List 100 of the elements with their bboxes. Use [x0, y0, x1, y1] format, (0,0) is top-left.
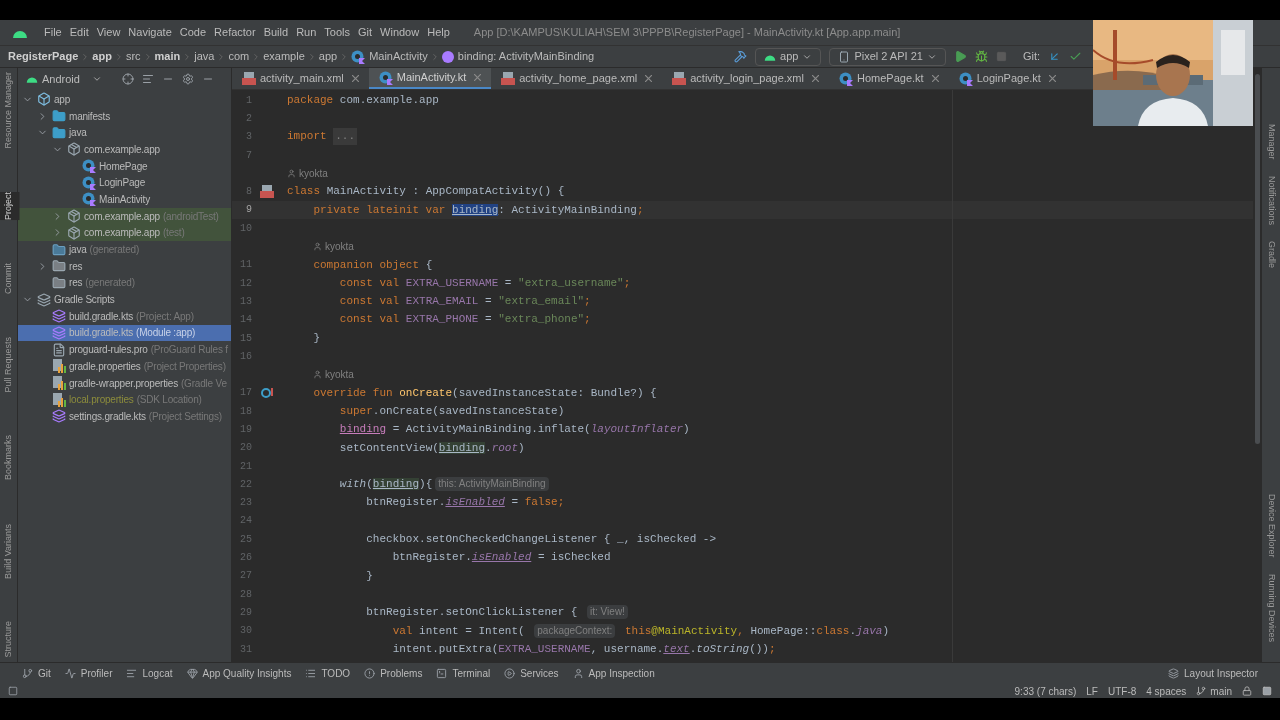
alert-icon: [364, 668, 376, 679]
menu-item[interactable]: Run: [292, 24, 321, 41]
tool-window-button[interactable]: App Quality Insights: [186, 666, 292, 681]
commit-check-icon[interactable]: [1069, 50, 1082, 63]
tree-item[interactable]: app: [18, 91, 231, 108]
tree-item[interactable]: java: [18, 124, 231, 142]
tool-window-button[interactable]: TODO: [305, 666, 351, 681]
tree-item[interactable]: manifests: [18, 107, 231, 125]
tree-item[interactable]: LoginPage: [18, 174, 231, 192]
lock-icon[interactable]: [1242, 686, 1252, 696]
tree-item[interactable]: res: [18, 257, 231, 275]
tree-item[interactable]: MainActivity: [18, 191, 231, 208]
scrollbar-thumb[interactable]: [1254, 74, 1260, 444]
folded-code[interactable]: ...: [333, 128, 358, 145]
tool-window-button[interactable]: Profiler: [64, 666, 113, 681]
menu-item[interactable]: Code: [175, 24, 211, 41]
update-arrow-icon[interactable]: [1048, 50, 1061, 63]
menu-item[interactable]: Build: [259, 24, 293, 41]
editor-tab[interactable]: LoginPage.kt: [948, 68, 1066, 89]
tree-item[interactable]: Gradle Scripts: [18, 291, 231, 308]
breadcrumb[interactable]: RegisterPage: [8, 48, 79, 65]
caret-position[interactable]: 9:33 (7 chars): [1014, 683, 1077, 699]
tree-item[interactable]: build.gradle.kts (Project: App): [18, 307, 231, 325]
tree-item[interactable]: com.example.app (androidTest): [18, 207, 231, 225]
close-icon[interactable]: [351, 75, 359, 82]
tree-item[interactable]: com.example.app: [18, 141, 231, 158]
tree-item[interactable]: gradle.properties (Project Properties): [18, 358, 231, 375]
breadcrumb[interactable]: com: [228, 48, 250, 65]
tool-window-button[interactable]: Layout Inspector: [1168, 666, 1258, 681]
close-icon[interactable]: [931, 75, 939, 82]
tool-window-tab[interactable]: Resource Manager: [0, 72, 20, 149]
tool-window-tab[interactable]: Bookmarks: [0, 435, 20, 481]
run-config-dropdown[interactable]: app: [755, 47, 822, 66]
breadcrumb[interactable]: MainActivity: [369, 48, 428, 65]
close-icon[interactable]: [812, 75, 819, 82]
menu-item[interactable]: Git: [354, 24, 377, 41]
tree-item-label: HomePage: [99, 159, 148, 174]
tree-item[interactable]: res (generated): [18, 274, 231, 292]
tool-window-button[interactable]: Logcat: [126, 666, 173, 681]
panel-toggle-icon[interactable]: [8, 686, 18, 696]
tool-window-button[interactable]: Git: [22, 666, 51, 681]
menu-item[interactable]: Edit: [65, 24, 93, 41]
debug-icon[interactable]: [974, 50, 988, 63]
expand-all-icon[interactable]: [141, 73, 154, 85]
editor-tab[interactable]: HomePage.kt: [829, 68, 949, 89]
breadcrumb[interactable]: main: [154, 48, 181, 65]
tree-item[interactable]: HomePage: [18, 157, 231, 175]
stop-icon[interactable]: [995, 51, 1007, 62]
git-branch[interactable]: main: [1196, 683, 1232, 699]
tree-item[interactable]: gradle-wrapper.properties (Gradle Ve: [18, 374, 231, 392]
menu-item[interactable]: Help: [423, 24, 454, 41]
settings-icon[interactable]: [181, 73, 194, 85]
tool-window-tab[interactable]: Gradle: [1264, 240, 1278, 268]
device-dropdown[interactable]: Pixel 2 API 21: [829, 47, 946, 66]
close-icon[interactable]: [1048, 75, 1056, 82]
line-number: 23: [239, 496, 252, 511]
editor-tab[interactable]: activity_home_page.xml: [491, 68, 663, 89]
breadcrumb[interactable]: src: [125, 48, 141, 65]
tool-window-tab[interactable]: Structure: [0, 621, 20, 658]
run-icon[interactable]: [953, 50, 967, 63]
menu-item[interactable]: Refactor: [210, 24, 260, 41]
menu-item[interactable]: File: [40, 24, 66, 41]
view-dropdown[interactable]: Android: [26, 70, 102, 88]
editor-tab[interactable]: activity_main.xml: [232, 68, 369, 89]
close-icon[interactable]: [645, 75, 653, 82]
tool-window-button[interactable]: App Inspection: [572, 666, 655, 681]
line-separator[interactable]: LF: [1086, 683, 1098, 699]
locate-icon[interactable]: [121, 73, 134, 85]
tool-window-button[interactable]: Problems: [364, 666, 423, 681]
override-marker-icon[interactable]: [261, 386, 273, 399]
breadcrumb[interactable]: app: [92, 48, 112, 65]
tool-window-tab[interactable]: Notifications: [1264, 175, 1278, 225]
tree-item[interactable]: build.gradle.kts (Module :app): [18, 324, 231, 342]
menu-item[interactable]: Navigate: [124, 24, 176, 41]
tool-window-button[interactable]: Services: [504, 666, 559, 681]
file-encoding[interactable]: UTF-8: [1107, 683, 1137, 699]
menu-item[interactable]: Tools: [320, 24, 354, 41]
tool-window-tab[interactable]: Running Devices: [1264, 573, 1278, 642]
breadcrumb[interactable]: example: [263, 48, 305, 65]
editor-tab[interactable]: MainActivity.kt: [368, 68, 492, 89]
menu-item[interactable]: Window: [376, 24, 424, 41]
menu-item[interactable]: View: [92, 24, 125, 41]
breadcrumb[interactable]: java: [194, 48, 215, 65]
editor-tab[interactable]: activity_login_page.xml: [662, 68, 829, 89]
indent-setting[interactable]: 4 spaces: [1146, 683, 1187, 699]
tool-window-tab[interactable]: Project: [0, 191, 20, 220]
tree-item[interactable]: proguard-rules.pro (ProGuard Rules f: [18, 341, 231, 358]
tool-window-tab[interactable]: Commit: [0, 262, 20, 294]
hammer-icon[interactable]: [734, 50, 747, 63]
tool-window-tab[interactable]: Pull Requests: [0, 336, 20, 393]
tree-item[interactable]: local.properties (SDK Location): [18, 391, 231, 409]
breadcrumb[interactable]: app: [318, 48, 338, 65]
breadcrumb[interactable]: binding: ActivityMainBinding: [457, 48, 595, 65]
tool-window-tab[interactable]: Build Variants: [0, 523, 20, 579]
tool-window-tab[interactable]: Device Explorer: [1264, 494, 1278, 558]
tool-window-tab[interactable]: Manager: [1264, 124, 1278, 160]
tree-item[interactable]: settings.gradle.kts (Project Settings): [18, 408, 231, 425]
tool-window-button[interactable]: Terminal: [436, 666, 491, 681]
tree-item[interactable]: java (generated): [18, 241, 231, 258]
close-icon[interactable]: [474, 74, 482, 81]
